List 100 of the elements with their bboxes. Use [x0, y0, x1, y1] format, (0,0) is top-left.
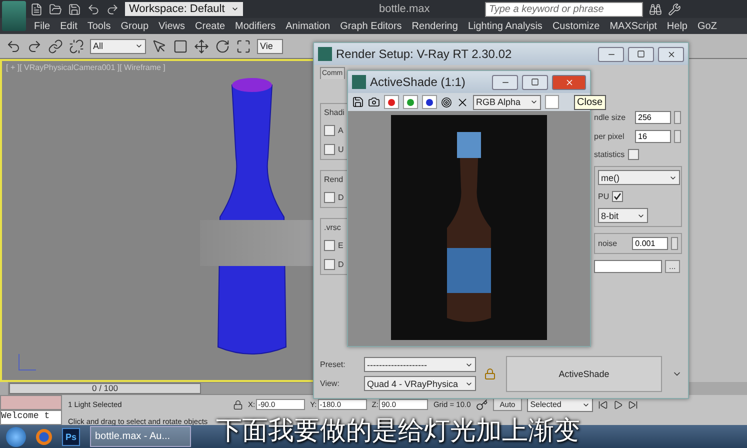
menu-item[interactable]: Tools — [87, 20, 111, 32]
device-dropdown[interactable]: me() — [598, 170, 680, 185]
checkbox[interactable] — [324, 259, 335, 270]
maximize-icon — [637, 50, 645, 58]
spinner-icon[interactable] — [674, 130, 681, 143]
checkbox[interactable] — [324, 144, 335, 155]
caret-icon — [135, 42, 143, 50]
camera-icon[interactable] — [368, 96, 380, 108]
key-icon[interactable] — [476, 398, 488, 410]
field-label: noise — [598, 239, 618, 248]
group-label: Rend — [324, 175, 344, 184]
path-field[interactable] — [594, 260, 662, 273]
folder-icon[interactable] — [49, 2, 62, 16]
app-icon[interactable]: Ps — [62, 428, 80, 446]
close-button[interactable] — [658, 46, 684, 62]
checkbox[interactable] — [612, 191, 624, 202]
number-field[interactable]: 256 — [635, 111, 671, 124]
undo-icon[interactable] — [87, 2, 100, 16]
menu-item[interactable]: Edit — [60, 20, 78, 32]
menu-item[interactable]: Views — [158, 20, 186, 32]
menu-item[interactable]: Customize — [552, 20, 600, 32]
window-title: ActiveShade (1:1) — [370, 75, 466, 89]
viewport-label: [ + ][ VRayPhysicalCamera001 ][ Wireframe ] — [6, 63, 166, 72]
wrench-icon[interactable] — [668, 2, 681, 16]
play-icon[interactable] — [613, 400, 624, 410]
next-frame-icon[interactable] — [628, 400, 638, 410]
previous-frame-icon[interactable] — [598, 400, 608, 410]
menu-item[interactable]: Lighting Analysis — [468, 20, 542, 32]
move-icon[interactable] — [194, 38, 209, 54]
unlink-icon[interactable] — [69, 38, 84, 54]
select-icon[interactable] — [152, 38, 167, 54]
checkbox-label: E — [338, 241, 344, 250]
checkbox[interactable] — [324, 240, 335, 251]
search-field[interactable]: Type a keyword or phrase — [485, 2, 643, 16]
preset-dropdown[interactable]: -------------------- — [364, 357, 476, 372]
menu-item[interactable]: File — [34, 20, 50, 32]
menu-item[interactable]: Modifiers — [235, 20, 276, 32]
number-field[interactable]: 0.001 — [632, 237, 668, 250]
spinner-icon[interactable] — [674, 111, 681, 124]
rotate-icon[interactable] — [215, 38, 230, 54]
activeshade-button[interactable]: ActiveShade — [506, 356, 662, 392]
bit-depth-dropdown[interactable]: 8-bit — [598, 208, 648, 223]
start-button[interactable] — [6, 426, 26, 446]
region-select-icon[interactable] — [173, 38, 188, 54]
redo-icon[interactable] — [106, 2, 119, 16]
minimize-button[interactable] — [598, 46, 624, 62]
display-dropdown[interactable]: RGB Alpha — [473, 94, 541, 110]
binoculars-icon[interactable] — [649, 2, 662, 16]
menu-item[interactable]: MAXScript — [610, 20, 657, 32]
browse-button[interactable]: ... — [665, 260, 680, 273]
maximize-icon — [531, 78, 539, 86]
menu-item[interactable]: Rendering — [412, 20, 458, 32]
taskbar-window-button[interactable]: bottle.max - Au... — [90, 426, 191, 447]
workspace-dropdown[interactable]: Workspace: Default — [125, 2, 243, 16]
checkmark-icon — [613, 192, 622, 201]
menu-item[interactable]: Create — [195, 20, 226, 32]
group-label: Shadi — [324, 108, 346, 117]
video-subtitle: 下面我要做的是给灯光加上渐变 — [216, 418, 580, 444]
group-label: .vrsc — [324, 223, 342, 232]
lock-icon[interactable] — [233, 400, 243, 410]
field-label: View: — [320, 379, 340, 388]
view-dropdown[interactable]: Quad 4 - VRayPhysica — [364, 376, 476, 391]
close-button[interactable] — [552, 74, 586, 90]
checkbox-label: D — [338, 260, 344, 269]
menu-item[interactable]: Animation — [286, 20, 330, 32]
minimize-button[interactable] — [492, 74, 518, 90]
menu-item[interactable]: Help — [666, 20, 688, 32]
menu-item[interactable]: GoZ — [698, 20, 717, 32]
maximize-button[interactable] — [522, 74, 548, 90]
selection-filter-dropdown[interactable]: All — [90, 38, 146, 54]
spinner-icon[interactable] — [671, 237, 678, 250]
number-field[interactable]: 16 — [635, 130, 671, 143]
checkbox-label: U — [338, 145, 344, 154]
new-file-icon[interactable] — [30, 2, 43, 16]
close-icon — [666, 50, 676, 58]
reference-dropdown[interactable]: Vie — [257, 38, 283, 54]
redo-icon[interactable] — [27, 38, 42, 54]
save-icon[interactable] — [352, 96, 364, 108]
checkbox[interactable] — [324, 125, 335, 136]
menu-item[interactable]: Graph Editors — [340, 20, 402, 32]
frame-counter[interactable]: 0 / 100 — [9, 383, 201, 394]
link-icon[interactable] — [48, 38, 63, 54]
app-logo-icon — [352, 75, 366, 89]
checkbox[interactable] — [324, 192, 335, 203]
window-title: bottle.max — [379, 3, 430, 15]
checkbox[interactable] — [628, 149, 639, 160]
browser-icon[interactable] — [36, 428, 52, 444]
checkbox-label: PU — [598, 192, 610, 201]
field-label: Preset: — [320, 360, 346, 369]
color-swatch[interactable] — [545, 95, 559, 109]
field-label: per pixel — [594, 132, 626, 141]
menu-item[interactable]: Group — [120, 20, 149, 32]
caret-icon — [530, 98, 538, 106]
listener-field[interactable] — [0, 395, 62, 410]
axis-gizmo-icon — [16, 351, 38, 373]
checkbox-label: A — [338, 126, 344, 135]
maximize-button[interactable] — [628, 46, 654, 62]
undo-icon[interactable] — [6, 38, 21, 54]
app-logo-icon — [318, 47, 332, 61]
checkbox-label: D — [338, 193, 344, 202]
